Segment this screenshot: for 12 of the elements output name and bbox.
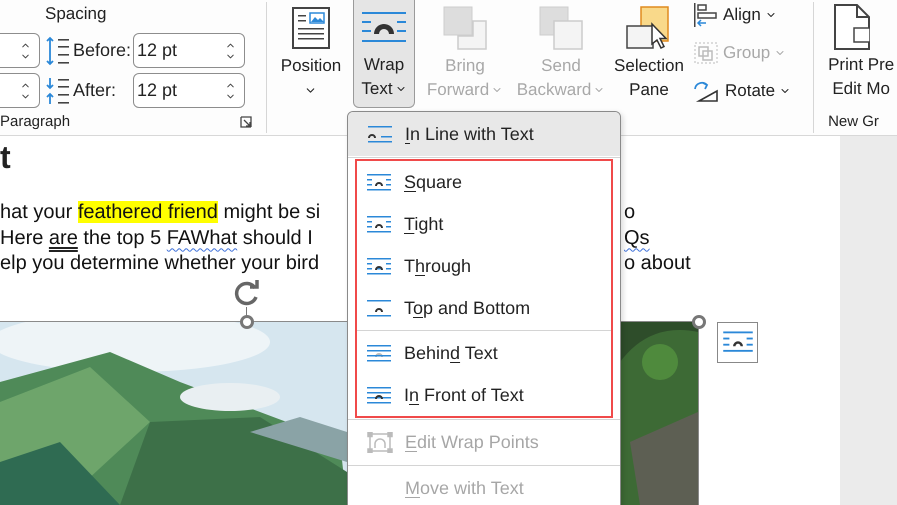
paragraph-text: elp you determine whether your bird <box>0 251 320 276</box>
paragraph-text: hat your feathered friend might be si <box>0 200 320 225</box>
group-label: Paragraph <box>0 112 70 132</box>
group-label: New Gr <box>828 112 880 132</box>
paragraph-text: Here are the top 5 FAWhat should I <box>0 226 313 250</box>
paragraph-text: o <box>624 200 636 225</box>
spacing-label: Before: <box>73 39 132 62</box>
paragraph-text: Qs <box>624 226 650 250</box>
group-heading: Spacing <box>45 3 108 25</box>
document-heading: t <box>0 140 12 174</box>
paragraph-text: o about <box>624 251 691 276</box>
spacing-label: After: <box>73 79 118 102</box>
